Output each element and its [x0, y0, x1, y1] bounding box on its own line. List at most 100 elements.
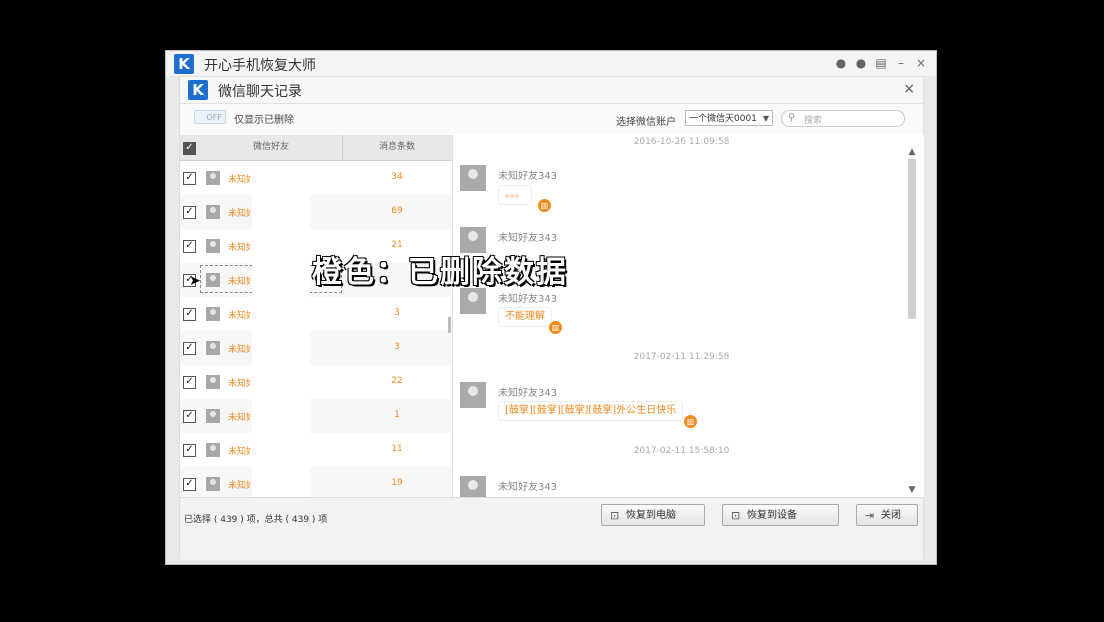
chat-bubble-icon[interactable]: ● — [854, 55, 868, 71]
dialog-titlebar: K 微信聊天记录 × — [180, 77, 923, 104]
search-icon: ⚲ — [788, 112, 796, 123]
row-checkbox[interactable]: ✓ — [183, 308, 196, 321]
list-item[interactable]: ✓ 未知好友 11 — [180, 433, 452, 467]
name-redaction — [252, 399, 310, 433]
app-title: 开心手机恢复大师 — [204, 58, 316, 74]
avatar — [206, 239, 220, 253]
row-checkbox[interactable]: ✓ — [183, 478, 196, 491]
friend-name: 未知好友 — [228, 277, 250, 287]
footer: 已选择 ( 439 ) 项，总共 ( 439 ) 项 ⊡ 恢复到电脑 ⊡ 恢复到… — [180, 497, 923, 560]
toolbar: OFF 仅显示已删除 选择微信账户 一个微信天0001 ▼ ⚲ 搜索 — [180, 104, 923, 134]
avatar — [206, 477, 220, 491]
friend-name: 未知好友 — [228, 481, 250, 491]
avatar — [460, 382, 486, 408]
scroll-up-icon[interactable]: ▲ — [907, 147, 917, 157]
message-bubble: 。。。 — [498, 185, 532, 205]
row-checkbox[interactable]: ✓ — [183, 376, 196, 389]
friend-name: 未知好友343 — [228, 175, 250, 185]
dialog-close-button[interactable]: × — [903, 81, 915, 97]
wechat-icon[interactable]: ● — [834, 55, 848, 71]
header-count[interactable]: 消息条数 — [342, 135, 452, 160]
friend-name: 未知好友 — [228, 413, 250, 423]
avatar — [206, 307, 220, 321]
name-redaction — [252, 263, 310, 297]
row-checkbox[interactable]: ✓ — [183, 206, 196, 219]
account-label: 选择微信账户 — [616, 117, 676, 128]
overlay-caption: 橙色：已删除数据 — [312, 255, 568, 290]
friend-list-header: ✓ 微信好友 消息条数 — [180, 135, 452, 161]
dialog-logo-icon: K — [188, 80, 208, 100]
avatar — [206, 273, 220, 287]
deleted-trash-icon: ▥ — [549, 321, 562, 334]
list-item[interactable]: ✓ 未知好友 1 — [180, 399, 452, 433]
message-count: 3 — [394, 308, 400, 318]
scroll-thumb[interactable] — [908, 159, 916, 319]
show-deleted-toggle[interactable]: OFF — [194, 110, 226, 124]
list-item[interactable]: ✓ 未知好友 69 — [180, 195, 452, 229]
message-count: 11 — [391, 444, 403, 454]
name-redaction — [252, 161, 310, 195]
name-redaction — [252, 467, 310, 497]
deleted-trash-icon: ▥ — [684, 415, 697, 428]
account-select[interactable]: 一个微信天0001 ▼ — [685, 110, 773, 126]
name-redaction — [252, 433, 310, 467]
avatar — [206, 409, 220, 423]
list-item[interactable]: ✓ 未知好友 19 — [180, 467, 452, 497]
list-item[interactable]: ✓ 未知好友 3 — [180, 331, 452, 365]
close-icon[interactable]: × — [914, 55, 928, 71]
row-checkbox[interactable]: ✓ — [183, 410, 196, 423]
deleted-trash-icon: ▥ — [538, 199, 551, 212]
app-window: K 开心手机恢复大师 ● ● ▤ – × K 微信聊天记录 × OFF 仅显示已… — [165, 50, 937, 565]
chat-scrollbar[interactable]: ▲ ▼ — [907, 147, 917, 495]
avatar — [206, 205, 220, 219]
list-item[interactable]: ✓ 未知好友 22 — [180, 365, 452, 399]
list-scrollbar[interactable] — [448, 317, 451, 333]
computer-icon: ⊡ — [610, 509, 620, 522]
message-sender: 未知好友343 — [498, 294, 558, 305]
titlebar-controls: ● ● ▤ – × — [834, 55, 928, 71]
list-item[interactable]: ✓ 未知好友 3 — [180, 297, 452, 331]
message-sender: 未知好友343 — [498, 482, 558, 493]
feedback-icon[interactable]: ▤ — [874, 55, 888, 71]
message-sender: 未知好友343 — [498, 388, 558, 399]
friend-name: 未知好友 — [228, 209, 250, 219]
app-logo-icon: K — [174, 54, 194, 74]
message-count: 1 — [394, 410, 400, 420]
message-count: 19 — [391, 478, 403, 488]
scroll-down-icon[interactable]: ▼ — [907, 485, 917, 495]
friend-name: 未知好友 — [228, 311, 250, 321]
search-input[interactable]: ⚲ 搜索 — [781, 110, 905, 127]
close-label: 关闭 — [881, 510, 901, 521]
friend-list: ✓ 微信好友 消息条数 ✓ 未知好友343 34 ✓ 未知好友 69 ✓ — [180, 135, 453, 497]
avatar — [460, 476, 486, 497]
name-redaction — [252, 195, 310, 229]
message-count: 3 — [394, 342, 400, 352]
minimize-icon[interactable]: – — [894, 55, 908, 71]
row-checkbox[interactable]: ✓ — [183, 172, 196, 185]
close-button[interactable]: ⇥ 关闭 — [856, 504, 918, 526]
avatar — [206, 375, 220, 389]
avatar — [460, 165, 486, 191]
header-friend[interactable]: 微信好友 — [200, 135, 343, 160]
chat-panel: 2016-10-26 11:09:58 未知好友343 。。。 ▥ 未知好友34… — [454, 135, 924, 497]
list-item[interactable]: ✓ 未知好友343 34 — [180, 161, 452, 195]
chevron-down-icon: ▼ — [762, 114, 769, 123]
row-checkbox[interactable]: ✓ — [183, 444, 196, 457]
restore-to-pc-button[interactable]: ⊡ 恢复到电脑 — [601, 504, 705, 526]
row-checkbox[interactable]: ✓ — [183, 342, 196, 355]
exit-icon: ⇥ — [865, 509, 875, 522]
wechat-records-dialog: K 微信聊天记录 × OFF 仅显示已删除 选择微信账户 一个微信天0001 ▼… — [179, 76, 924, 560]
friend-name: 未知好友 — [228, 243, 250, 253]
name-redaction — [252, 365, 310, 399]
message-sender: 未知好友343 — [498, 171, 558, 182]
select-all-checkbox[interactable]: ✓ — [183, 142, 196, 155]
restore-to-device-button[interactable]: ⊡ 恢复到设备 — [722, 504, 839, 526]
message-sender: 未知好友343 — [498, 233, 558, 244]
name-redaction — [252, 297, 310, 331]
friend-name: 未知好友 — [228, 379, 250, 389]
restore-to-device-label: 恢复到设备 — [747, 510, 797, 521]
chat-date: 2017-02-11 11:29:58 — [633, 352, 730, 362]
row-checkbox[interactable]: ✓ — [183, 240, 196, 253]
avatar — [460, 288, 486, 314]
message-bubble: 不能理解 — [498, 307, 552, 327]
